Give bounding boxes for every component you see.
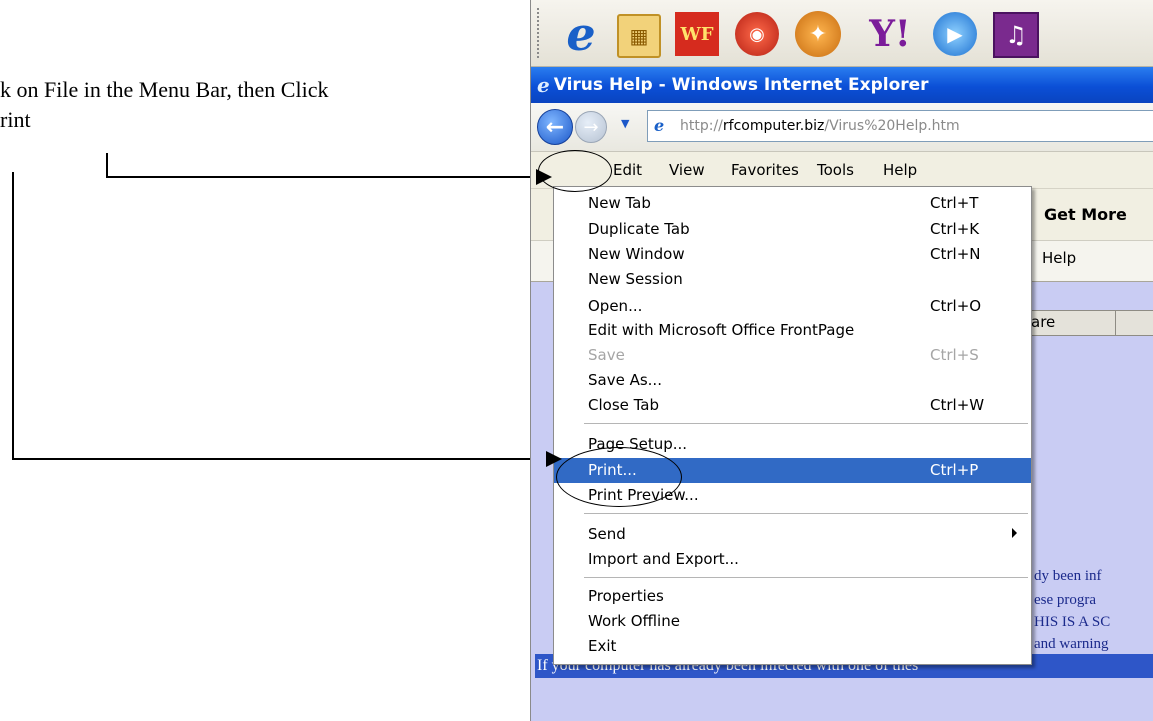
arrowhead-file [536, 169, 552, 185]
menu-item-send[interactable]: Send [554, 522, 1031, 547]
submenu-arrow-icon [1012, 528, 1017, 538]
menu-view[interactable]: View [669, 161, 705, 179]
menu-item-save: Save Ctrl+S [588, 346, 979, 364]
arrowhead-print [546, 451, 562, 467]
wf-icon[interactable]: WF [675, 12, 719, 56]
quick-launch-bar: e ▦ WF ◉ ✦ Y! ▶ ♫ [531, 0, 1153, 67]
calendar-icon[interactable]: ▦ [617, 14, 661, 58]
address-prefix: http:// [680, 118, 723, 134]
navigation-bar: ← → ▼ e http://rfcomputer.biz/Virus%20He… [531, 103, 1153, 152]
get-more-button[interactable]: Get More [1044, 205, 1127, 224]
menu-separator [584, 513, 1028, 514]
menu-item-work-offline[interactable]: Work Offline [554, 609, 1031, 634]
menu-item-new-session[interactable]: New Session [554, 267, 1031, 292]
internet-explorer-icon[interactable]: e [557, 7, 605, 61]
address-bar[interactable]: e http://rfcomputer.biz/Virus%20Help.htm [647, 110, 1153, 142]
menu-item-save-as[interactable]: Save As... [554, 368, 1031, 393]
file-menu: New Tab Ctrl+T Duplicate Tab Ctrl+K New Wi… [553, 186, 1032, 665]
music-note-icon[interactable]: ♫ [993, 12, 1039, 58]
page-text-line: HIS IS A SC [1034, 614, 1111, 630]
yahoo-messenger-icon[interactable]: Y! [855, 10, 925, 58]
column-header: are [1026, 310, 1153, 336]
menu-item-exit[interactable]: Exit [554, 634, 1031, 659]
menu-tools[interactable]: Tools [817, 161, 854, 179]
red-round-app-icon[interactable]: ◉ [735, 12, 779, 56]
menu-item-new-tab[interactable]: New Tab Ctrl+T [554, 191, 1031, 216]
recent-pages-dropdown-icon[interactable]: ▼ [621, 117, 629, 130]
menu-item-close-tab[interactable]: Close Tab Ctrl+W [554, 393, 1031, 418]
menu-item-duplicate-tab[interactable]: Duplicate Tab Ctrl+K [554, 217, 1031, 242]
menu-item-edit-frontpage[interactable]: Edit with Microsoft Office FrontPage [554, 318, 1031, 343]
column-header-label: are [1031, 313, 1056, 331]
menu-bar: File Edit View Favorites Tools Help [531, 152, 1153, 188]
menu-separator [584, 577, 1028, 578]
address-domain: rfcomputer.biz [722, 118, 825, 134]
pointer-line-file-vertical [106, 153, 108, 178]
page-text-line: and warning [1034, 636, 1109, 652]
back-button[interactable]: ← [537, 109, 573, 145]
tab-help[interactable]: Help [1042, 249, 1076, 267]
menu-edit[interactable]: Edit [613, 161, 642, 179]
address-path: /Virus%20Help.htm [824, 118, 960, 134]
menu-separator [584, 423, 1028, 424]
window-title-bar[interactable]: e Virus Help - Windows Internet Explorer [531, 67, 1153, 103]
menu-item-open[interactable]: Open... Ctrl+O [554, 294, 1031, 319]
toolbar-grip[interactable] [537, 8, 542, 58]
pointer-line-file-horizontal [106, 176, 546, 178]
menu-item-import-export[interactable]: Import and Export... [554, 547, 1031, 572]
media-player-icon[interactable]: ▶ [933, 12, 977, 56]
pointer-line-print-vertical [12, 172, 14, 460]
menu-favorites[interactable]: Favorites [731, 161, 799, 179]
menu-help[interactable]: Help [883, 161, 917, 179]
instruction-line-2: rint [0, 107, 31, 132]
instruction-line-1: k on File in the Menu Bar, then Click [0, 77, 329, 102]
print-highlight-circle [556, 447, 682, 507]
menu-item-properties[interactable]: Properties [554, 584, 1031, 609]
menu-item-new-window[interactable]: New Window Ctrl+N [554, 242, 1031, 267]
page-icon: e [654, 116, 665, 135]
forward-button[interactable]: → [575, 111, 607, 143]
page-text-line: ese progra [1034, 592, 1097, 608]
runner-app-icon[interactable]: ✦ [795, 11, 841, 57]
ie-title-icon: e [537, 73, 550, 97]
page-text-line: dy been inf [1034, 568, 1102, 584]
pointer-line-print-horizontal [12, 458, 548, 460]
window-title: Virus Help - Windows Internet Explorer [553, 75, 929, 95]
